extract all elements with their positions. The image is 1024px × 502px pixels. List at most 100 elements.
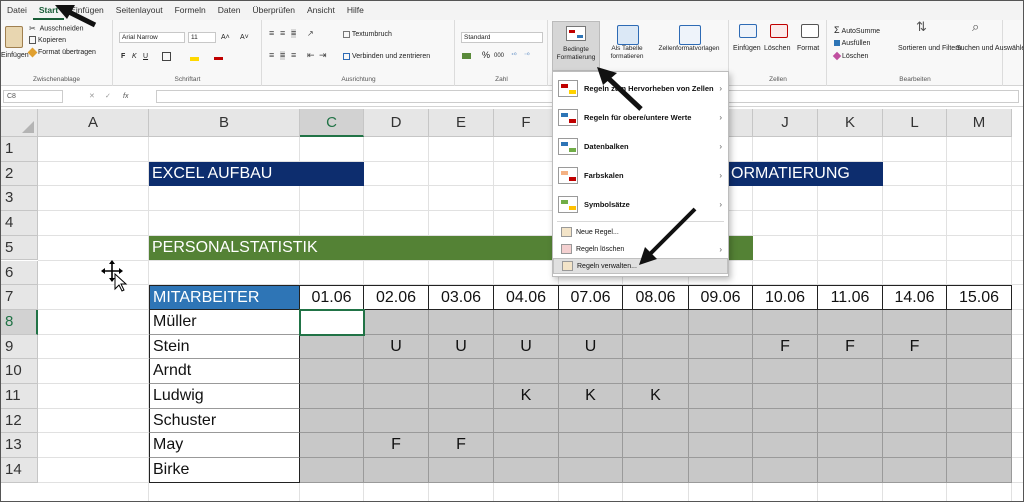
attendance-cell[interactable] (364, 359, 429, 384)
column-header-F[interactable]: F (494, 109, 559, 137)
underline-button[interactable]: U (143, 52, 148, 61)
number-format-dropdown[interactable]: Standard (461, 32, 543, 43)
attendance-cell[interactable]: F (818, 334, 883, 360)
attendance-cell[interactable] (300, 408, 364, 434)
format-painter-button[interactable]: Format übertragen (27, 47, 96, 58)
attendance-cell[interactable] (818, 384, 883, 409)
tab-5[interactable]: Daten (212, 1, 247, 20)
attendance-cell[interactable] (429, 408, 494, 434)
attendance-cell[interactable] (689, 309, 753, 335)
merge-center-button[interactable]: Verbinden und zentrieren (343, 52, 430, 61)
row-header-3[interactable]: 3 (1, 186, 38, 212)
attendance-cell[interactable]: F (753, 334, 818, 360)
employee-name[interactable]: Stein (149, 334, 300, 360)
date-header[interactable]: 08.06 (623, 285, 689, 310)
align-middle-icon[interactable]: ≡ (280, 29, 285, 38)
conditional-formatting-button[interactable]: Bedingte Formatierung (552, 21, 600, 71)
attendance-cell[interactable] (300, 384, 364, 409)
attendance-cell[interactable] (883, 458, 947, 483)
employee-name[interactable]: Ludwig (149, 384, 300, 409)
outdent-icon[interactable]: ⇥ (319, 51, 327, 60)
row-header-2[interactable]: 2 (1, 161, 38, 187)
menu-item-clear-rules[interactable]: Regeln löschen › (553, 241, 728, 257)
menu-item-new-rule[interactable]: Neue Regel... (553, 224, 728, 240)
date-header[interactable]: 02.06 (364, 285, 429, 310)
bold-button[interactable]: F (121, 52, 125, 61)
menu-item-color-scales[interactable]: Farbskalen › (553, 161, 728, 190)
attendance-cell[interactable] (559, 359, 623, 384)
attendance-cell[interactable]: K (623, 384, 689, 409)
row-header-11[interactable]: 11 (1, 384, 38, 409)
column-header-B[interactable]: B (149, 109, 300, 137)
row-header-7[interactable]: 7 (1, 285, 38, 310)
attendance-cell[interactable] (947, 408, 1012, 434)
attendance-cell[interactable] (559, 309, 623, 335)
select-all-corner[interactable] (1, 109, 38, 137)
attendance-cell[interactable] (818, 433, 883, 459)
employee-name[interactable]: Arndt (149, 359, 300, 384)
attendance-cell[interactable]: U (494, 334, 559, 360)
fill-button[interactable]: Ausfüllen (834, 39, 870, 48)
font-color-icon[interactable] (214, 57, 223, 60)
menu-item-top-bottom-rules[interactable]: Regeln für obere/untere Werte › (553, 103, 728, 132)
attendance-cell[interactable] (883, 359, 947, 384)
row-header-6[interactable]: 6 (1, 260, 38, 286)
thousands-button[interactable]: 000 (494, 52, 504, 61)
menu-item-highlight-rules[interactable]: Regeln zum Hervorheben von Zellen › (553, 74, 728, 103)
autosum-button[interactable]: Σ AutoSumme (834, 26, 880, 36)
column-header-D[interactable]: D (364, 109, 429, 137)
align-center-icon[interactable]: ≡ (280, 51, 286, 60)
attendance-cell[interactable] (689, 458, 753, 483)
attendance-cell[interactable] (689, 384, 753, 409)
employee-name[interactable]: Schuster (149, 408, 300, 434)
tab-7[interactable]: Ansicht (301, 1, 341, 20)
employee-name[interactable]: May (149, 433, 300, 459)
attendance-cell[interactable] (623, 334, 689, 360)
tab-1[interactable]: Start (32, 1, 65, 20)
menu-item-manage-rules[interactable]: Regeln verwalten... (553, 258, 728, 274)
orientation-icon[interactable]: ↗ (307, 29, 314, 38)
attendance-cell[interactable] (947, 309, 1012, 335)
tab-6[interactable]: Überprüfen (246, 1, 301, 20)
attendance-cell[interactable] (883, 433, 947, 459)
attendance-cell[interactable] (947, 433, 1012, 459)
tab-8[interactable]: Hilfe (341, 1, 370, 20)
attendance-cell[interactable] (753, 384, 818, 409)
name-box[interactable]: C8 (3, 90, 63, 103)
column-header-E[interactable]: E (429, 109, 494, 137)
column-header-K[interactable]: K (818, 109, 883, 137)
shrink-font-button[interactable]: A˅ (240, 33, 249, 42)
row-header-8[interactable]: 8 (1, 309, 38, 335)
cancel-icon[interactable]: ✕ (89, 92, 95, 101)
attendance-cell[interactable] (494, 309, 559, 335)
copy-button[interactable]: Kopieren (29, 36, 66, 45)
attendance-cell[interactable] (300, 334, 364, 360)
attendance-cell[interactable] (429, 309, 494, 335)
decrease-decimal-icon[interactable]: ⁻⁰ (524, 52, 530, 61)
attendance-cell[interactable] (559, 408, 623, 434)
attendance-cell[interactable]: K (494, 384, 559, 409)
attendance-cell[interactable] (947, 384, 1012, 409)
attendance-cell[interactable]: U (429, 334, 494, 360)
attendance-cell[interactable] (559, 458, 623, 483)
align-right-icon[interactable]: ≡ (291, 51, 296, 60)
indent-icon[interactable]: ⇤ (307, 51, 315, 60)
date-header[interactable]: 10.06 (753, 285, 818, 310)
attendance-cell[interactable] (623, 408, 689, 434)
row-header-14[interactable]: 14 (1, 458, 38, 483)
insert-function-button[interactable]: fx (123, 92, 128, 101)
attendance-cell[interactable] (818, 408, 883, 434)
column-header-C[interactable]: C (300, 109, 364, 137)
cut-button[interactable]: ✂ Ausschneiden (29, 24, 84, 33)
attendance-cell[interactable] (753, 433, 818, 459)
worksheet-grid[interactable]: ABCDEFGHIJKLM1234567891011121314EXCEL AU… (1, 109, 1023, 501)
column-header-L[interactable]: L (883, 109, 947, 137)
attendance-cell[interactable] (689, 334, 753, 360)
align-bottom-icon[interactable]: ≡ (291, 29, 297, 38)
tab-3[interactable]: Seitenlayout (110, 1, 169, 20)
attendance-cell[interactable] (494, 458, 559, 483)
paste-button[interactable]: Einfügen (1, 51, 29, 60)
attendance-cell[interactable] (364, 384, 429, 409)
border-icon[interactable] (162, 52, 171, 61)
attendance-cell[interactable] (300, 433, 364, 459)
